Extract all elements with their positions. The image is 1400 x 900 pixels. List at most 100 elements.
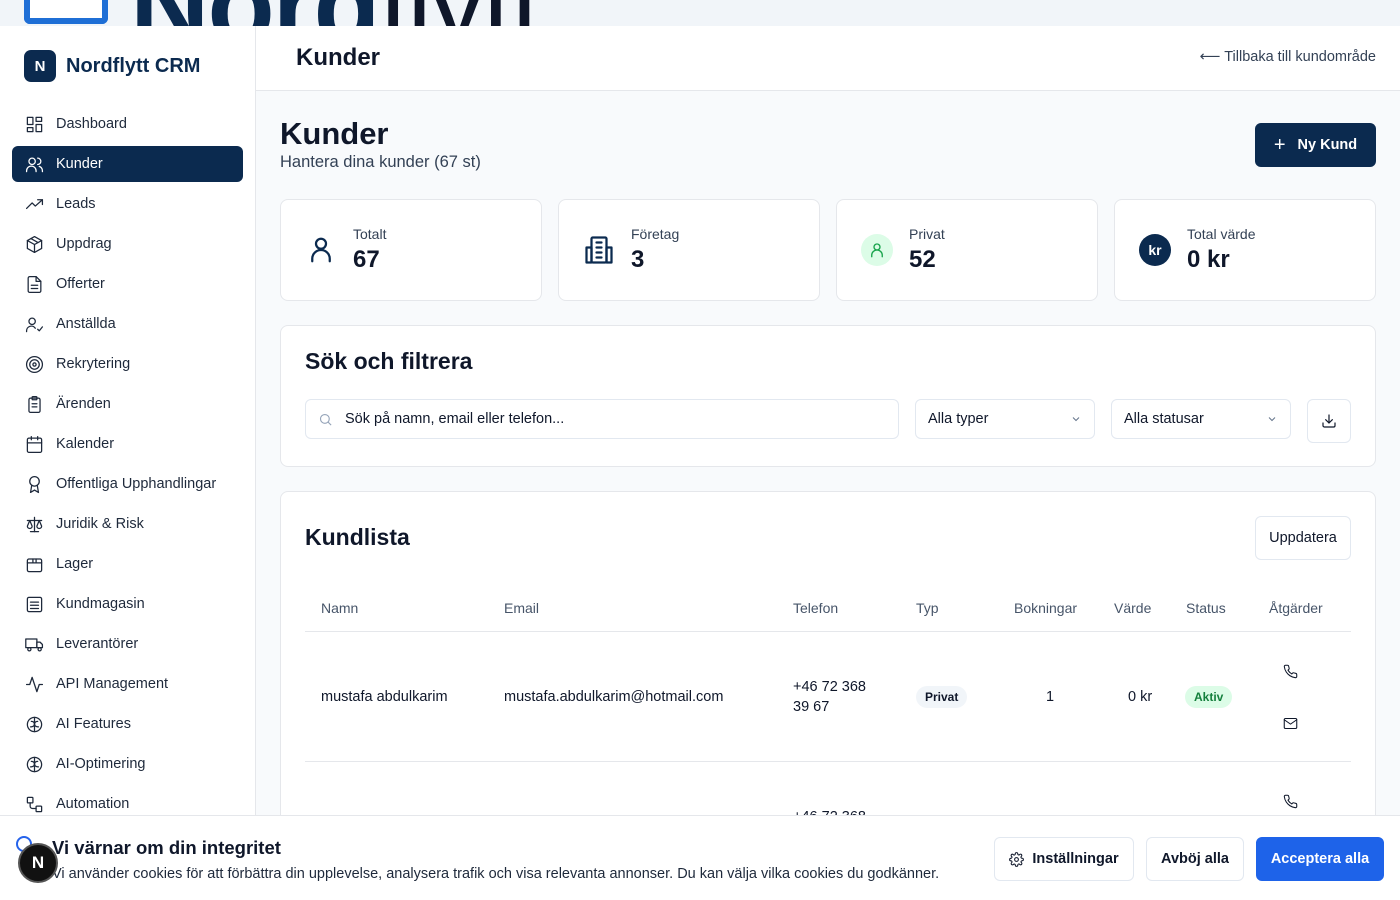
sidebar-item-kunder[interactable]: Kunder	[12, 146, 243, 182]
column-header-status[interactable]: Status	[1186, 600, 1226, 616]
stat-value: 3	[631, 246, 645, 273]
sidebar-item-anstallda[interactable]: Anställda	[12, 306, 243, 342]
sidebar-item-label: Rekrytering	[56, 356, 131, 372]
cookie-settings-button[interactable]: Inställningar	[994, 837, 1134, 881]
stats-row: Totalt 67 Företag 3 Privat 52 kr Total v…	[280, 199, 1376, 301]
stat-label: Totalt	[353, 226, 387, 242]
status-select[interactable]: Alla statusar	[1111, 399, 1291, 439]
new-customer-label: Ny Kund	[1297, 137, 1358, 153]
user-check-icon	[24, 314, 44, 334]
stat-label: Privat	[909, 226, 945, 242]
filter-title: Sök och filtrera	[305, 348, 473, 374]
sidebar-item-label: Leads	[56, 196, 96, 212]
column-header-email[interactable]: Email	[504, 600, 539, 616]
stat-label: Total värde	[1187, 226, 1256, 242]
user-icon	[861, 234, 893, 266]
phone-icon[interactable]	[1280, 791, 1300, 811]
sidebar-item-offerter[interactable]: Offerter	[12, 266, 243, 302]
search-input[interactable]	[345, 411, 885, 427]
customer-name[interactable]: mustafa abdulkarim	[321, 689, 448, 705]
sidebar-item-lager[interactable]: Lager	[12, 546, 243, 582]
status-select-value: Alla statusar	[1124, 411, 1204, 427]
truck-icon	[24, 634, 44, 654]
trending-up-icon	[24, 194, 44, 214]
sidebar: N Nordflytt CRM Dashboard Kunder Leads U…	[0, 26, 256, 900]
reject-all-button[interactable]: Avböj alla	[1146, 837, 1244, 881]
file-text-icon	[24, 274, 44, 294]
search-icon	[319, 413, 332, 426]
sidebar-item-uppdrag[interactable]: Uppdrag	[12, 226, 243, 262]
cookie-banner: Vi värnar om din integritet Vi använder …	[0, 815, 1400, 900]
cookie-title: Vi värnar om din integritet	[52, 837, 281, 858]
brain-icon	[24, 714, 44, 734]
phone-icon[interactable]	[1280, 661, 1300, 681]
sidebar-item-label: Offentliga Upphandlingar	[56, 476, 217, 492]
stat-card-companies: Företag 3	[558, 199, 820, 301]
new-customer-button[interactable]: + Ny Kund	[1255, 123, 1376, 167]
sidebar-item-label: Leverantörer	[56, 636, 139, 652]
sidebar-item-kalender[interactable]: Kalender	[12, 426, 243, 462]
assistant-button[interactable]: N	[18, 843, 58, 883]
download-icon	[1322, 414, 1336, 428]
sidebar-item-api-management[interactable]: API Management	[12, 666, 243, 702]
sidebar-item-offentliga-upphandlingar[interactable]: Offentliga Upphandlingar	[12, 466, 243, 502]
banner-logo-text: Nordflytt	[130, 0, 542, 26]
mail-icon[interactable]	[1280, 713, 1300, 733]
archive-icon	[24, 594, 44, 614]
column-header-name[interactable]: Namn	[321, 600, 358, 616]
brand[interactable]: N Nordflytt CRM	[24, 50, 200, 82]
column-header-value[interactable]: Värde	[1114, 600, 1151, 616]
header-title: Kunder	[296, 44, 380, 71]
sidebar-item-dashboard[interactable]: Dashboard	[12, 106, 243, 142]
kr-icon: kr	[1139, 234, 1171, 266]
sidebar-item-ai-optimering[interactable]: AI-Optimering	[12, 746, 243, 782]
sidebar-item-leads[interactable]: Leads	[12, 186, 243, 222]
search-box[interactable]	[305, 399, 899, 439]
column-header-bookings[interactable]: Bokningar	[1014, 600, 1077, 616]
user-icon	[305, 234, 337, 266]
sidebar-item-rekrytering[interactable]: Rekrytering	[12, 346, 243, 382]
sidebar-item-label: AI Features	[56, 716, 131, 732]
accept-all-button[interactable]: Acceptera alla	[1256, 837, 1384, 881]
stat-card-private: Privat 52	[836, 199, 1098, 301]
package-icon	[24, 234, 44, 254]
type-badge: Privat	[916, 686, 968, 708]
cookie-text: Vi använder cookies för att förbättra di…	[52, 866, 940, 882]
column-header-type[interactable]: Typ	[916, 600, 939, 616]
export-button[interactable]	[1307, 399, 1351, 443]
column-header-phone[interactable]: Telefon	[793, 600, 838, 616]
sidebar-item-label: Dashboard	[56, 116, 127, 132]
sidebar-item-label: Kundmagasin	[56, 596, 145, 612]
sidebar-item-label: Juridik & Risk	[56, 516, 144, 532]
box-icon	[24, 554, 44, 574]
clipboard-icon	[24, 394, 44, 414]
type-select[interactable]: Alla typer	[915, 399, 1095, 439]
refresh-button[interactable]: Uppdatera	[1255, 516, 1351, 560]
sidebar-item-arenden[interactable]: Ärenden	[12, 386, 243, 422]
customer-phone-line2: 39 67	[793, 699, 830, 715]
status-badge: Aktiv	[1185, 686, 1233, 708]
sidebar-item-label: Offerter	[56, 276, 105, 292]
table-row[interactable]: mustafa abdulkarim mustafa.abdulkarim@ho…	[305, 633, 1351, 762]
page-subtitle: Hantera dina kunder (67 st)	[280, 153, 481, 171]
sidebar-item-kundmagasin[interactable]: Kundmagasin	[12, 586, 243, 622]
scale-icon	[24, 514, 44, 534]
stat-card-total-value: kr Total värde 0 kr	[1114, 199, 1376, 301]
banner-logo-mark	[24, 0, 108, 24]
sidebar-item-label: Ärenden	[56, 396, 111, 412]
type-select-value: Alla typer	[928, 411, 989, 427]
customer-email: mustafa.abdulkarim@hotmail.com	[504, 689, 724, 705]
back-to-customer-area-link[interactable]: ⟵ Tillbaka till kundområde	[1200, 49, 1376, 65]
sidebar-item-leverantorer[interactable]: Leverantörer	[12, 626, 243, 662]
chevron-down-icon	[1072, 417, 1080, 422]
sidebar-item-ai-features[interactable]: AI Features	[12, 706, 243, 742]
award-icon	[24, 474, 44, 494]
customer-list-title: Kundlista	[305, 524, 410, 550]
sidebar-item-label: Lager	[56, 556, 94, 572]
sidebar-item-label: Automation	[56, 796, 130, 812]
workflow-icon	[24, 794, 44, 814]
brain-icon	[24, 754, 44, 774]
sidebar-item-juridik-risk[interactable]: Juridik & Risk	[12, 506, 243, 542]
customer-value: 0 kr	[1128, 689, 1153, 705]
customer-phone-line1: +46 72 368	[793, 679, 866, 695]
